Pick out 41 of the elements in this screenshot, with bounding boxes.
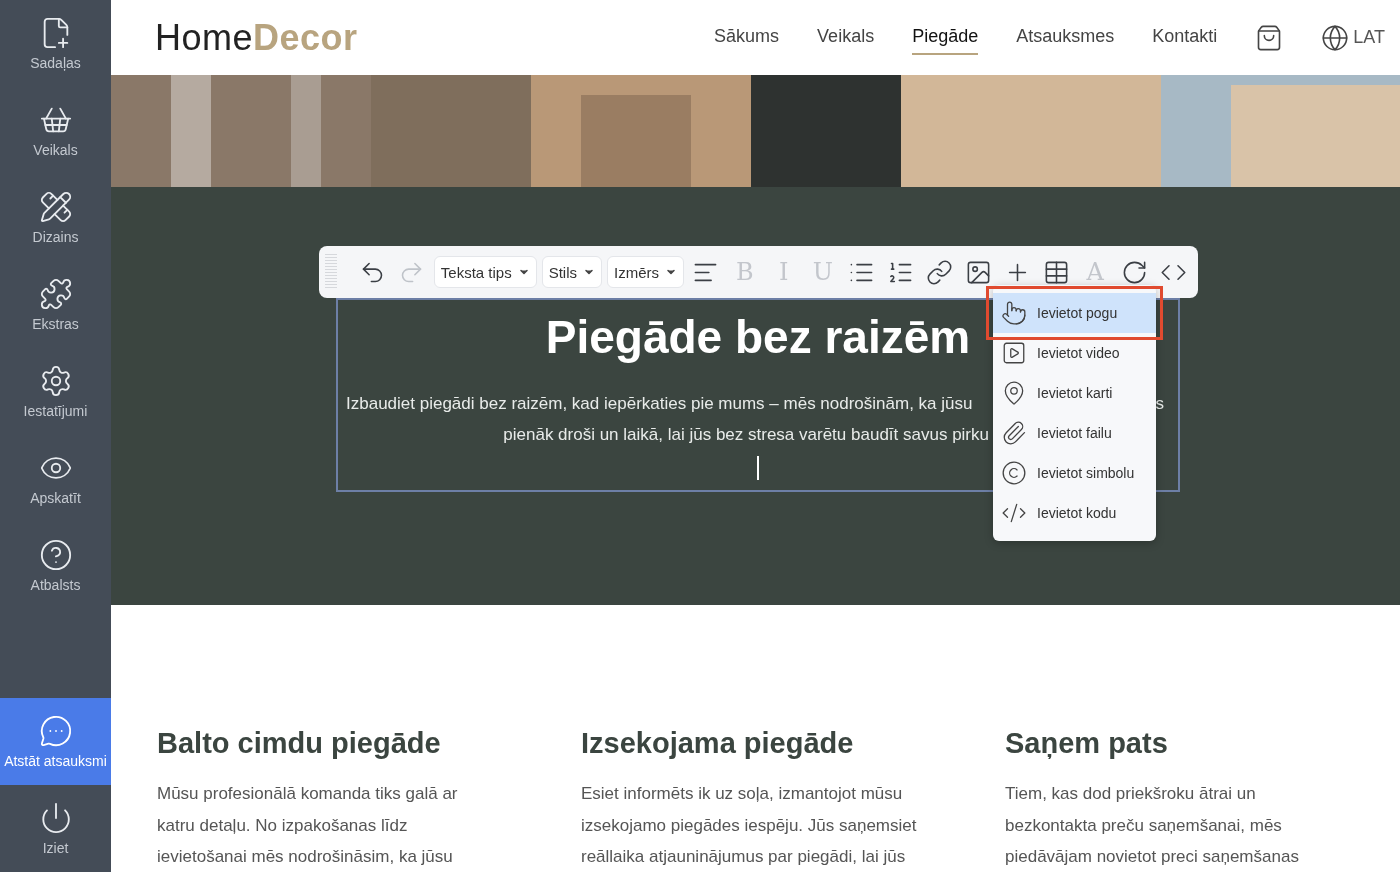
logo[interactable]: HomeDecor (155, 16, 358, 59)
paragraph-text: s (1155, 393, 1164, 414)
page-heading: Piegāde bez raizēm (545, 310, 971, 365)
menu-item[interactable]: Ievietot simbolu (993, 453, 1156, 493)
feature-text: reāllaika atjauninājumus par piegādi, lai jūs (581, 846, 907, 868)
feature-text: izsekojamo piegādes iespēju. Jūs saņemsiet (581, 814, 918, 837)
feature-title: Saņem pats (1005, 727, 1169, 760)
feature-text: Esiet informēts ik uz soļa, izmantojot mūsu (581, 783, 904, 805)
feature-title: Izsekojama piegāde (581, 727, 855, 760)
dropdown[interactable]: Izmērs (607, 256, 685, 288)
nav-link[interactable]: Sākums (714, 20, 780, 55)
sidebar-item[interactable]: Atstāt atsauksmi (0, 698, 111, 785)
dropdown[interactable]: Stils (541, 256, 603, 288)
sidebar-item[interactable]: Atbalsts (0, 522, 111, 609)
nav-link[interactable]: Veikals (817, 20, 875, 55)
sidebar-item[interactable]: Apskatīt (0, 435, 111, 522)
feature-text: ievietošanai mēs nodrošināsim, ka jūsu (157, 846, 454, 868)
feature-text: piedāvājam novietot preci saņemšanas (1005, 846, 1300, 868)
menu-item[interactable]: Ievietot karti (993, 373, 1156, 413)
paragraph-text: Izbaudiet piegādi bez raizēm, kad iepērkaties pie mums – mēs nodrošinām, ka jūsu (346, 393, 973, 414)
language-label[interactable]: LAT (1353, 27, 1385, 48)
menu-item[interactable]: Ievietot kodu (993, 493, 1156, 533)
nav-link[interactable]: Kontakti (1152, 20, 1218, 55)
feature-text: Tiem, kas dod priekšroku ātrai un (1005, 783, 1257, 805)
sidebar-item[interactable]: Sadaļas (0, 0, 111, 87)
menu-item[interactable]: Ievietot video (993, 333, 1156, 373)
feature-text: Mūsu profesionālā komanda tiks galā ar (157, 783, 459, 805)
sidebar-item[interactable]: Veikals (0, 87, 111, 174)
sidebar-item[interactable]: Dizains (0, 174, 111, 261)
feature-text: katru detaļu. No izpakošanas līdz (157, 814, 409, 837)
nav-link[interactable]: Piegāde (912, 20, 979, 55)
menu-item[interactable]: Ievietot pogu (993, 293, 1156, 333)
dropdown[interactable]: Teksta tips (433, 256, 537, 288)
sidebar-item[interactable]: Iziet (0, 785, 111, 872)
feature-text: bezkontakta preču saņemšanai, mēs (1005, 814, 1283, 837)
nav-link[interactable]: Atsauksmes (1016, 20, 1115, 55)
sidebar-item[interactable]: Iestatījumi (0, 348, 111, 435)
sidebar-item[interactable]: Ekstras (0, 261, 111, 348)
menu-item[interactable]: Ievietot failu (993, 413, 1156, 453)
paragraph-text: pienāk droši un laikā, lai jūs bez stresa varētu baudīt savus pirku (503, 424, 989, 445)
feature-title: Balto cimdu piegāde (157, 727, 442, 760)
